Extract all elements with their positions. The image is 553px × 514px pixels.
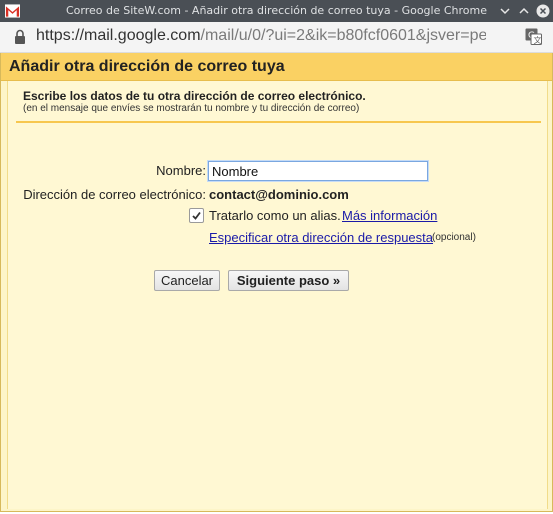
window-title: Correo de SiteW.com - Añadir otra direcc…	[65, 4, 488, 17]
chevron-up-icon	[519, 7, 529, 14]
alias-label: Tratarlo como un alias.	[209, 208, 341, 223]
cancel-button[interactable]: Cancelar	[154, 270, 220, 291]
dialog-header: Añadir otra dirección de correo tuya	[1, 53, 552, 81]
url-host: https://mail.google.com	[36, 27, 201, 44]
name-label: Nombre:	[156, 163, 206, 178]
address-bar[interactable]: https://mail.google.com/mail/u/0/?ui=2&i…	[0, 22, 553, 53]
divider	[16, 121, 541, 123]
close-icon	[536, 4, 550, 18]
reply-to-link[interactable]: Especificar otra dirección de respuesta	[209, 230, 433, 245]
more-info-link[interactable]: Más información	[342, 208, 437, 223]
email-label: Dirección de correo electrónico:	[23, 187, 206, 202]
minimize-button[interactable]	[495, 1, 515, 21]
optional-note: (opcional)	[432, 232, 476, 243]
email-value: contact@dominio.com	[209, 187, 349, 202]
window-titlebar: Correo de SiteW.com - Añadir otra direcc…	[0, 0, 553, 22]
chevron-down-icon	[500, 8, 510, 15]
name-input[interactable]	[208, 161, 428, 181]
next-step-button[interactable]: Siguiente paso »	[228, 270, 349, 291]
translate-icon[interactable]: G 文	[525, 28, 542, 45]
lock-icon	[15, 29, 25, 44]
url-path: /mail/u/0/?ui=2&ik=b80fcf0601&jsver=peCT…	[200, 27, 486, 44]
svg-text:文: 文	[534, 35, 542, 45]
dialog-title: Añadir otra dirección de correo tuya	[9, 58, 285, 75]
url-text[interactable]: https://mail.google.com/mail/u/0/?ui=2&i…	[36, 27, 486, 45]
maximize-button[interactable]	[514, 1, 534, 21]
checkmark-icon	[192, 211, 201, 220]
close-window-button[interactable]	[533, 1, 553, 21]
alias-checkbox[interactable]	[189, 208, 204, 223]
add-address-dialog: Añadir otra dirección de correo tuya Esc…	[0, 53, 553, 512]
intro-note: (en el mensaje que envíes se mostrarán t…	[23, 103, 360, 114]
intro-title: Escribe los datos de tu otra dirección d…	[23, 89, 366, 103]
dialog-body: Escribe los datos de tu otra dirección d…	[7, 81, 548, 509]
